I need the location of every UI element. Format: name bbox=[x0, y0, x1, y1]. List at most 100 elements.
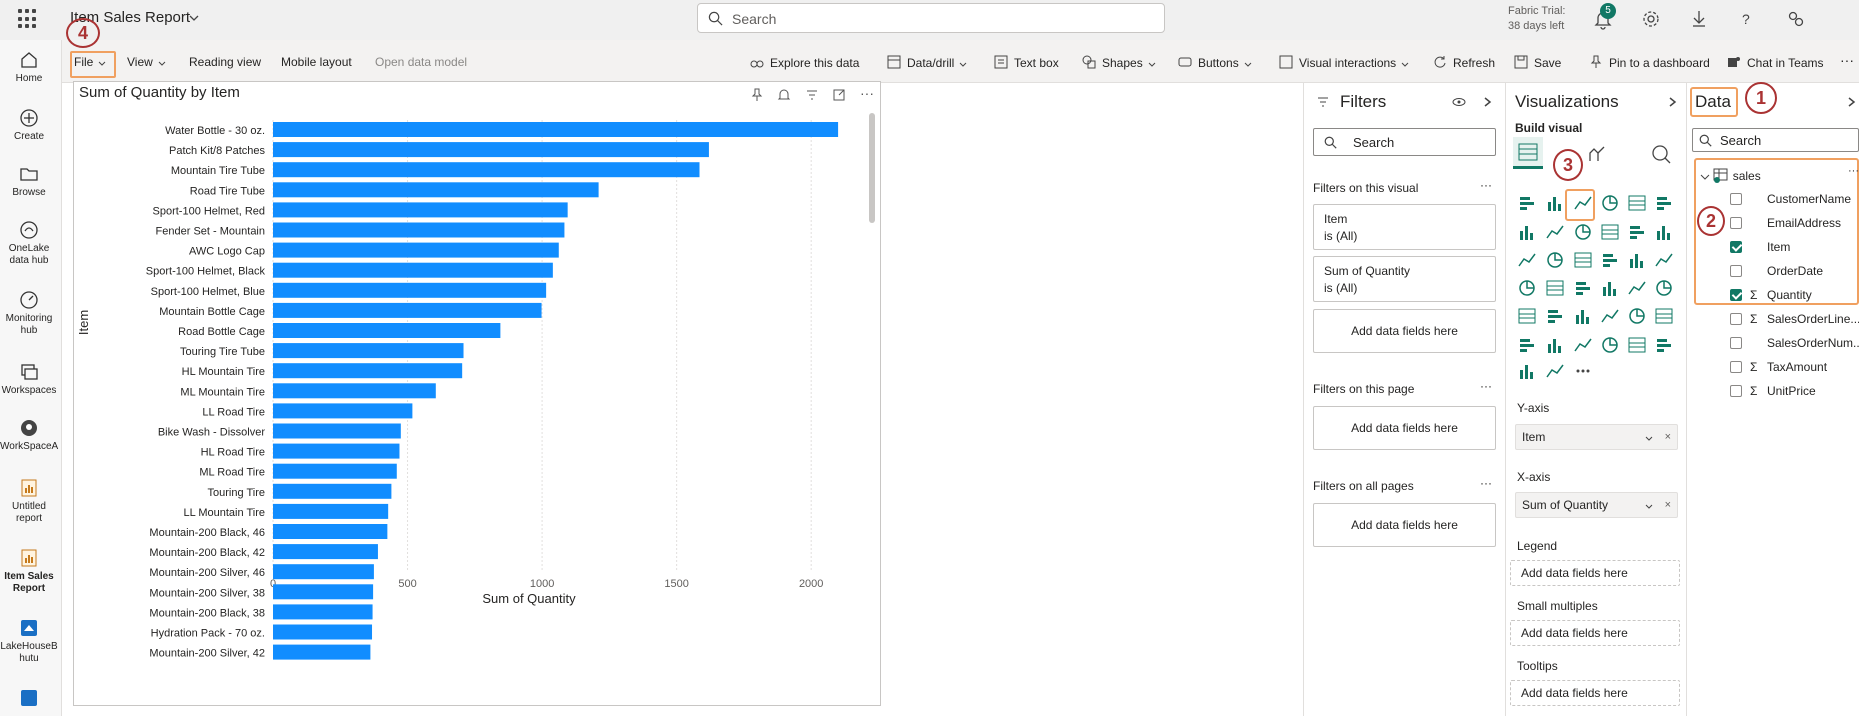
nav-browse[interactable]: Browse bbox=[0, 164, 58, 199]
open-data-model-button[interactable]: Open data model bbox=[375, 55, 467, 69]
chart-scrollbar[interactable] bbox=[869, 113, 875, 223]
bar[interactable] bbox=[273, 544, 378, 560]
visual-type-icon[interactable] bbox=[1517, 335, 1537, 355]
visual-type-icon[interactable] bbox=[1600, 250, 1620, 270]
visual-type-icon[interactable] bbox=[1627, 306, 1647, 326]
bar[interactable] bbox=[273, 524, 388, 539]
visual-type-icon[interactable] bbox=[1600, 193, 1620, 213]
visual-type-icon[interactable] bbox=[1545, 335, 1565, 355]
filters-visual-drop-zone[interactable]: Add data fields here bbox=[1313, 309, 1496, 353]
data-drill-menu[interactable]: Data/drill bbox=[887, 55, 967, 70]
refresh-button[interactable]: Refresh bbox=[1433, 55, 1495, 70]
focus-mode-icon[interactable] bbox=[832, 88, 846, 102]
chevron-down-icon[interactable] bbox=[188, 12, 200, 24]
remove-field-button[interactable]: × bbox=[1665, 425, 1671, 449]
field-checkbox[interactable] bbox=[1730, 337, 1742, 349]
visual-type-icon[interactable] bbox=[1654, 306, 1674, 326]
pin-visual-icon[interactable] bbox=[750, 88, 764, 102]
global-search-input[interactable]: Search bbox=[697, 3, 1165, 33]
bar[interactable] bbox=[273, 363, 463, 379]
bar[interactable] bbox=[273, 182, 599, 198]
visual-type-icon[interactable] bbox=[1545, 250, 1565, 270]
field-checkbox[interactable] bbox=[1730, 385, 1742, 397]
share-icon[interactable] bbox=[1785, 8, 1807, 30]
x-axis-field[interactable]: Sum of Quantity × bbox=[1515, 492, 1678, 518]
visual-type-icon[interactable] bbox=[1654, 335, 1674, 355]
bar[interactable] bbox=[273, 122, 839, 137]
visual-type-icon[interactable] bbox=[1600, 335, 1620, 355]
more-options[interactable]: ··· bbox=[1480, 178, 1492, 192]
filters-page-drop-zone[interactable]: Add data fields here bbox=[1313, 406, 1496, 450]
nav-lakehouse[interactable]: LakeHouseB hutu bbox=[0, 618, 58, 665]
visual-type-icon[interactable] bbox=[1627, 335, 1647, 355]
visual-type-icon[interactable] bbox=[1600, 222, 1620, 242]
visual-type-icon[interactable] bbox=[1654, 250, 1674, 270]
bar[interactable] bbox=[273, 403, 413, 419]
visual-type-icon[interactable] bbox=[1654, 278, 1674, 298]
visual-type-icon[interactable] bbox=[1517, 193, 1537, 213]
nav-monitoring[interactable]: Monitoring hub bbox=[0, 290, 58, 337]
bar[interactable] bbox=[273, 644, 371, 660]
visual-type-icon[interactable] bbox=[1517, 278, 1537, 298]
filter-card-sum-of-quantity[interactable]: Sum of Quantity is (All) bbox=[1313, 256, 1496, 302]
remove-field-button[interactable]: × bbox=[1665, 493, 1671, 517]
visual-type-icon[interactable] bbox=[1517, 306, 1537, 326]
buttons-menu[interactable]: Buttons bbox=[1178, 55, 1252, 70]
visual-type-icon[interactable] bbox=[1627, 222, 1647, 242]
field-checkbox[interactable] bbox=[1730, 265, 1742, 277]
visual-type-icon[interactable] bbox=[1654, 193, 1674, 213]
visual-more-options[interactable]: ··· bbox=[860, 85, 874, 101]
visual-interactions-menu[interactable]: Visual interactions bbox=[1279, 55, 1409, 70]
visual-type-icon[interactable] bbox=[1627, 250, 1647, 270]
nav-untitled-report[interactable]: Untitled report bbox=[0, 478, 58, 525]
visual-type-icon[interactable] bbox=[1600, 278, 1620, 298]
help-icon[interactable]: ? bbox=[1735, 8, 1757, 30]
visual-type-icon[interactable] bbox=[1545, 361, 1565, 381]
field-checkbox[interactable] bbox=[1730, 313, 1742, 325]
visual-type-icon[interactable] bbox=[1517, 222, 1537, 242]
nav-workspacea[interactable]: WorkSpaceA bbox=[0, 418, 58, 453]
explore-data-button[interactable]: Explore this data bbox=[750, 55, 859, 70]
field-checkbox[interactable] bbox=[1730, 193, 1742, 205]
bar[interactable] bbox=[273, 222, 565, 238]
gear-icon[interactable] bbox=[1640, 8, 1662, 30]
bar[interactable] bbox=[273, 564, 374, 580]
pin-dashboard-button[interactable]: Pin to a dashboard bbox=[1589, 55, 1710, 70]
visual-type-icon[interactable] bbox=[1573, 278, 1593, 298]
bar[interactable] bbox=[273, 423, 401, 439]
tooltips-drop-zone[interactable]: Add data fields here bbox=[1510, 680, 1680, 706]
nav-workspaces[interactable]: Workspaces bbox=[0, 362, 58, 397]
filters-all-drop-zone[interactable]: Add data fields here bbox=[1313, 503, 1496, 547]
reading-view-button[interactable]: Reading view bbox=[189, 55, 261, 69]
bar[interactable] bbox=[273, 503, 389, 519]
small-multiples-drop-zone[interactable]: Add data fields here bbox=[1510, 620, 1680, 646]
bell-icon[interactable] bbox=[777, 88, 791, 102]
bar[interactable] bbox=[273, 624, 373, 640]
visual-type-icon[interactable] bbox=[1654, 222, 1674, 242]
chat-teams-button[interactable]: Chat in Teams bbox=[1727, 55, 1823, 70]
bar[interactable] bbox=[273, 483, 392, 499]
filter-card-item[interactable]: Item is (All) bbox=[1313, 204, 1496, 250]
bar[interactable] bbox=[273, 162, 700, 178]
nav-create[interactable]: Create bbox=[0, 108, 58, 143]
collapse-right-icon[interactable] bbox=[1667, 95, 1679, 109]
format-visual-icon[interactable] bbox=[1586, 143, 1608, 165]
field-checkbox[interactable] bbox=[1730, 289, 1742, 301]
bar[interactable] bbox=[273, 383, 436, 399]
visual-type-icon[interactable] bbox=[1573, 306, 1593, 326]
text-box-button[interactable]: Text box bbox=[994, 55, 1059, 70]
visual-type-icon[interactable] bbox=[1545, 193, 1565, 213]
eye-icon[interactable] bbox=[1452, 95, 1466, 109]
bar[interactable] bbox=[273, 142, 709, 158]
field-checkbox[interactable] bbox=[1730, 217, 1742, 229]
chevron-down-icon[interactable] bbox=[1700, 172, 1710, 182]
visual-type-icon[interactable] bbox=[1573, 250, 1593, 270]
collapse-right-icon[interactable] bbox=[1482, 95, 1494, 109]
build-visual-tab[interactable] bbox=[1513, 137, 1543, 169]
download-icon[interactable] bbox=[1688, 8, 1710, 30]
visual-type-icon[interactable] bbox=[1517, 250, 1537, 270]
bar[interactable] bbox=[273, 463, 397, 479]
more-options[interactable]: ··· bbox=[1480, 476, 1492, 490]
data-search-input[interactable]: Search bbox=[1692, 128, 1859, 152]
bar[interactable] bbox=[273, 323, 501, 338]
